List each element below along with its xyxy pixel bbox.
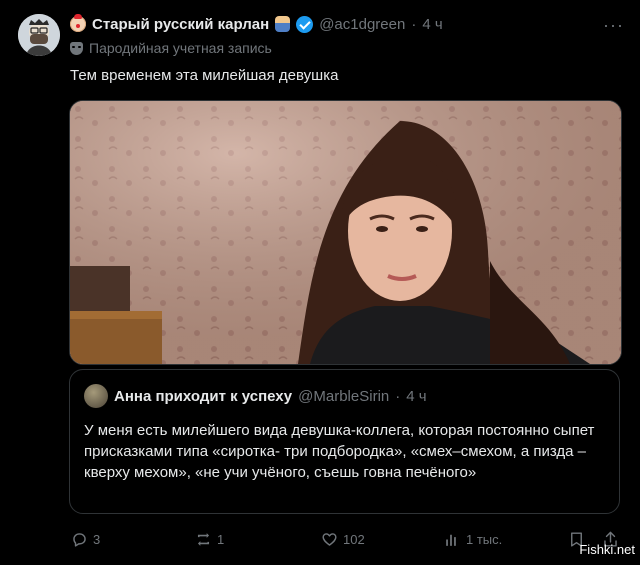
parody-label-text: Пародийная учетная запись <box>89 40 272 56</box>
quoted-tweet-time: 4 ч <box>406 387 427 405</box>
quoted-tweet-header: Анна приходит к успеху @MarbleSirin · 4 … <box>84 384 427 408</box>
more-icon[interactable]: ··· <box>603 16 624 34</box>
views-count: 1 тыс. <box>466 532 503 547</box>
quoted-author-name: Анна приходит к успеху <box>114 387 293 405</box>
author-handle[interactable]: @ac1dgreen <box>319 16 405 33</box>
tweet-post: Старый русский карлан @ac1dgreen · 4 ч ·… <box>0 0 640 565</box>
repost-icon <box>197 533 210 546</box>
clown-emoji-icon <box>70 14 86 32</box>
like-icon <box>322 533 337 546</box>
tweet-time[interactable]: 4 ч <box>422 16 442 33</box>
man-emoji-icon <box>275 16 291 32</box>
like-button[interactable]: 102 <box>320 530 365 549</box>
quoted-tweet-text: У меня есть милейшего вида девушка-колле… <box>84 422 595 481</box>
views-icon <box>446 534 456 546</box>
tweet-header: Старый русский карлан @ac1dgreen · 4 ч <box>70 14 443 34</box>
repost-count: 1 <box>217 532 225 547</box>
views-button[interactable]: 1 тыс. <box>443 530 502 549</box>
action-bar: 3 1 102 1 тыс. <box>70 530 622 554</box>
separator-dot: · <box>395 387 401 405</box>
reply-count: 3 <box>93 532 101 547</box>
quoted-author-handle: @MarbleSirin <box>298 387 390 405</box>
separator-dot: · <box>411 15 417 33</box>
reply-button[interactable]: 3 <box>70 530 100 549</box>
reply-icon <box>73 533 86 547</box>
quoted-author-avatar <box>84 384 108 408</box>
author-display-name[interactable]: Старый русский карлан <box>92 16 269 33</box>
watermark: Fishki.net <box>579 542 635 557</box>
repost-button[interactable]: 1 <box>194 530 224 549</box>
tweet-text: Тем временем эта милейшая девушка <box>70 67 339 84</box>
quoted-tweet[interactable]: Анна приходит к успеху @MarbleSirin · 4 … <box>69 369 620 514</box>
verified-icon <box>296 15 314 33</box>
like-count: 102 <box>343 532 365 547</box>
author-avatar[interactable] <box>18 14 60 56</box>
parody-label: Пародийная учетная запись <box>70 40 272 56</box>
tweet-image[interactable] <box>69 100 622 365</box>
mask-icon <box>70 41 83 55</box>
